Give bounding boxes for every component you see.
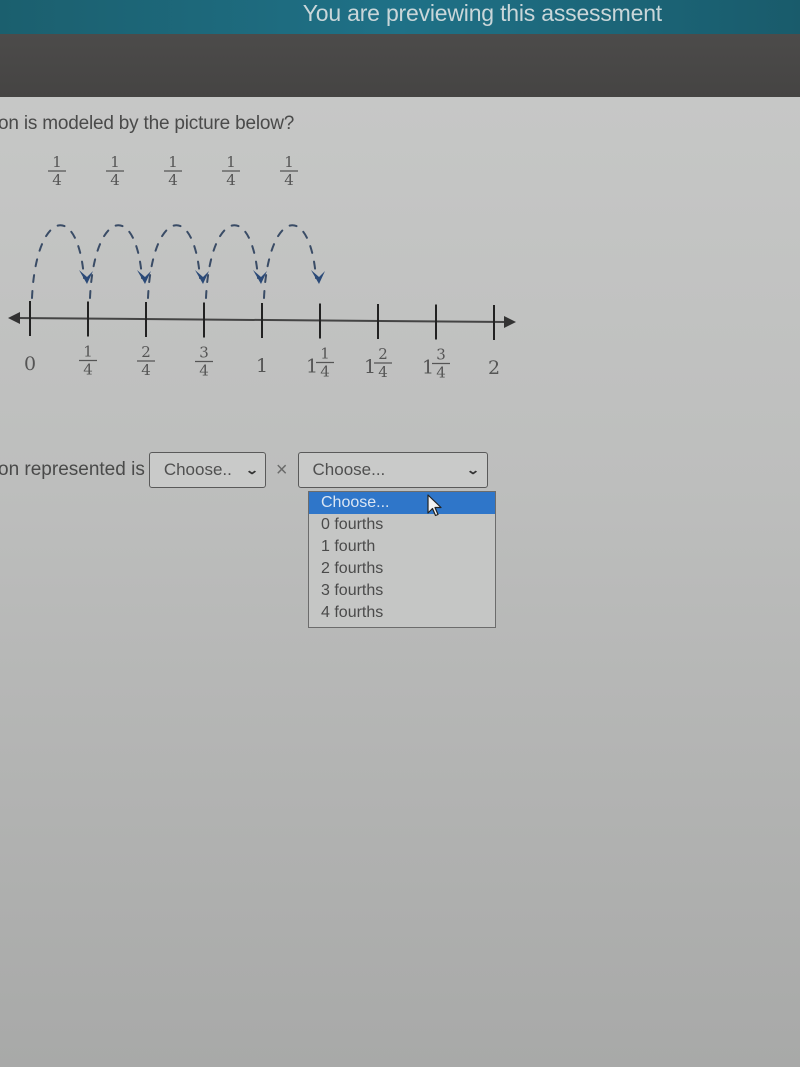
preview-banner-text: You are previewing this assessment <box>302 0 662 26</box>
fraction-numerator: 1 <box>83 343 93 361</box>
hop-label-fraction: 14 <box>280 153 298 189</box>
second-factor-value: Choose... <box>312 460 386 479</box>
tick-label-fraction: 14 <box>316 345 334 381</box>
hop-arc <box>147 224 201 299</box>
dropdown-option[interactable]: 2 fourths <box>309 558 495 580</box>
tick-label-fraction: 34 <box>195 344 213 380</box>
fraction-numerator: 1 <box>320 345 330 363</box>
fraction-denominator: 4 <box>199 362 209 380</box>
fraction-denominator: 4 <box>320 363 330 381</box>
fraction-numerator: 1 <box>168 153 178 171</box>
fraction-numerator: 2 <box>378 345 388 363</box>
right-arrow-icon <box>504 316 516 328</box>
fraction-denominator: 4 <box>83 361 93 379</box>
preview-banner: You are previewing this assessment <box>0 0 800 34</box>
hop-label-fraction: 14 <box>222 153 240 189</box>
dropdown-option[interactable]: 4 fourths <box>309 602 495 624</box>
tick-label-whole: 1 <box>422 357 434 379</box>
hop-label-fraction: 14 <box>106 153 124 189</box>
second-factor-dropdown: Choose... 0 fourths 1 fourth 2 fourths 3… <box>308 491 496 628</box>
fraction-denominator: 4 <box>436 364 446 382</box>
dropdown-option[interactable]: 0 fourths <box>309 514 495 536</box>
fraction-numerator: 3 <box>199 344 209 362</box>
fraction-denominator: 4 <box>168 171 178 189</box>
hop-arc <box>205 224 259 299</box>
second-factor-select[interactable]: Choose... ⌄ <box>297 452 488 488</box>
hop-arc <box>89 224 143 299</box>
fraction-numerator: 3 <box>436 346 446 364</box>
fraction-denominator: 4 <box>110 171 120 189</box>
tick-label-fraction: 14 <box>79 343 97 379</box>
fraction-numerator: 1 <box>52 153 62 171</box>
multiply-sign: × <box>275 458 288 481</box>
number-line-diagram: 0142434 1 114 124 134 21414141414 <box>8 153 516 382</box>
hop-label-fraction: 14 <box>164 153 182 189</box>
fraction-numerator: 1 <box>284 153 294 171</box>
tick-label-whole: 1 <box>306 356 318 378</box>
tick-label-fraction: 34 <box>432 346 450 382</box>
tick-label: 0 <box>24 353 36 375</box>
fraction-denominator: 4 <box>284 171 294 189</box>
header-band <box>0 34 800 97</box>
first-factor-select[interactable]: Choose.. ⌄ <box>148 452 266 488</box>
hop-arc <box>263 224 317 299</box>
fraction-denominator: 4 <box>52 171 62 189</box>
hop-label-fraction: 14 <box>48 153 66 189</box>
tick-label-fraction: 24 <box>374 345 392 381</box>
tick-label-fraction: 24 <box>137 343 155 379</box>
fraction-numerator: 1 <box>226 153 236 171</box>
question-text: on is modeled by the picture below? <box>0 113 295 134</box>
hop-arc <box>31 224 85 299</box>
answer-row: on represented is Choose.. ⌄ × Choose...… <box>0 452 488 488</box>
fraction-denominator: 4 <box>378 363 388 381</box>
mouse-pointer-icon <box>427 494 442 517</box>
chevron-down-icon: ⌄ <box>244 463 259 477</box>
fraction-numerator: 2 <box>141 343 151 361</box>
dropdown-option[interactable]: 3 fourths <box>309 580 495 602</box>
tick-label: 1 <box>256 355 268 377</box>
dropdown-option[interactable]: Choose... <box>309 492 495 514</box>
left-arrow-icon <box>8 312 20 324</box>
fraction-numerator: 1 <box>110 153 120 171</box>
hop-arrowhead-icon <box>311 270 325 284</box>
fraction-denominator: 4 <box>226 171 236 189</box>
first-factor-value: Choose.. <box>163 460 232 479</box>
tick-label: 2 <box>488 357 500 379</box>
tick-label-whole: 1 <box>364 356 376 378</box>
dropdown-option[interactable]: 1 fourth <box>309 536 495 558</box>
answer-label: on represented is <box>0 459 145 480</box>
fraction-denominator: 4 <box>141 361 151 379</box>
chevron-down-icon: ⌄ <box>466 463 481 477</box>
